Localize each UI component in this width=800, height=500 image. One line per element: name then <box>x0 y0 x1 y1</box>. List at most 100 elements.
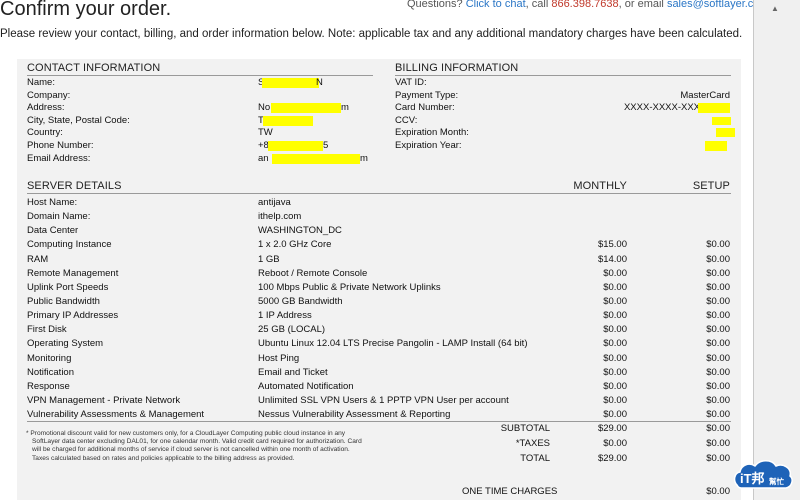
contact-value: No <box>258 102 271 114</box>
server-item-value: antijava <box>258 197 291 208</box>
contact-value: TW <box>258 127 273 139</box>
server-item-label: Notification <box>27 366 74 378</box>
total-monthly: $29.00 <box>597 423 627 434</box>
contact-value-tail: m <box>341 102 349 114</box>
billing-label: Card Number: <box>395 102 455 114</box>
scrollbar[interactable] <box>753 0 800 500</box>
setup-price: $0.00 <box>706 366 730 378</box>
server-item-value: Reboot / Remote Console <box>258 267 368 279</box>
redaction-bar <box>262 78 319 88</box>
monthly-price: $0.00 <box>603 281 627 293</box>
contact-label: Country: <box>27 127 63 139</box>
setup-price: $0.00 <box>706 295 730 307</box>
footnote-line: will be charged for additional months of… <box>32 446 350 454</box>
server-item-label: Domain Name: <box>27 211 91 223</box>
server-item-value: Nessus Vulnerability Assessment & Report… <box>258 409 451 421</box>
redaction-bar <box>272 153 360 164</box>
footnote-line: SoftLayer data center excluding DAL01, f… <box>32 438 362 446</box>
redaction-bar <box>271 103 341 114</box>
setup-price: $0.00 <box>706 239 730 251</box>
page-title: Confirm your order. <box>0 0 172 20</box>
server-item-value: 100 Mbps Public & Private Network Uplink… <box>258 281 441 293</box>
logo-text: iT邦 <box>740 471 765 486</box>
contact-value-tail: N <box>316 77 323 88</box>
monthly-price: $0.00 <box>603 310 627 322</box>
contact-heading: CONTACT INFORMATION <box>27 62 161 74</box>
monthly-header: MONTHLY <box>573 180 627 192</box>
monthly-price: $15.00 <box>597 239 627 251</box>
redaction-bar <box>263 115 313 126</box>
server-item-value: Host Ping <box>258 352 300 364</box>
redaction-bar <box>698 103 730 114</box>
server-item-label: Host Name: <box>27 197 78 208</box>
total-monthly: $0.00 <box>603 438 627 449</box>
redaction-bar <box>712 116 731 125</box>
setup-price: $0.00 <box>706 380 730 392</box>
server-item-value: Ubuntu Linux 12.04 LTS Precise Pangolin … <box>258 338 528 350</box>
billing-label: Expiration Year: <box>395 140 462 151</box>
server-item-label: Data Center <box>27 225 79 237</box>
logo-subtext: 幫忙 <box>769 476 784 486</box>
intro-text: Please review your contact, billing, and… <box>0 28 743 40</box>
server-item-label: Response <box>27 380 70 392</box>
server-item-label: Primary IP Addresses <box>27 310 119 322</box>
setup-price: $0.00 <box>706 352 730 364</box>
monthly-price: $0.00 <box>603 380 627 392</box>
scrollbar-divider <box>753 0 754 500</box>
server-item-value: Email and Ticket <box>258 366 328 378</box>
setup-price: $0.00 <box>706 338 730 350</box>
server-divider <box>27 193 731 194</box>
monthly-price: $14.00 <box>597 253 627 265</box>
server-item-label: Remote Management <box>27 267 119 279</box>
contact-value: an <box>258 152 269 164</box>
monthly-price: $0.00 <box>603 267 627 279</box>
total-setup: $0.00 <box>706 438 730 449</box>
contact-label: Email Address: <box>27 152 91 164</box>
redaction-bar <box>705 141 727 151</box>
server-item-value: 1 GB <box>258 253 280 265</box>
monthly-price: $0.00 <box>603 324 627 336</box>
contact-help-line: Questions? Click to chat, call 866.398.7… <box>407 0 769 10</box>
billing-divider <box>395 75 731 76</box>
monthly-price: $0.00 <box>603 409 627 421</box>
footnote-line: Taxes calculated based on rates and poli… <box>32 454 295 462</box>
server-item-value: 1 IP Address <box>258 310 312 322</box>
monthly-price: $0.00 <box>603 394 627 406</box>
scroll-up-arrow-icon[interactable]: ▲ <box>771 4 779 13</box>
total-setup: $0.00 <box>706 423 730 434</box>
server-item-label: Computing Instance <box>27 239 112 251</box>
contact-label: Name: <box>27 77 55 88</box>
redaction-bar <box>268 141 323 151</box>
call-text: , call <box>525 0 549 10</box>
ithelp-logo-icon: iT邦 幫忙 <box>733 460 793 489</box>
promo-footnote: * Promotional discount valid for new cus… <box>26 430 396 463</box>
server-item-value: ithelp.com <box>258 211 302 223</box>
billing-label: Payment Type: <box>395 89 459 101</box>
setup-price: $0.00 <box>706 324 730 336</box>
phone-number[interactable]: 866.398.7638 <box>551 0 618 10</box>
monthly-price: $0.00 <box>603 338 627 350</box>
server-item-value: WASHINGTON_DC <box>258 225 342 237</box>
contact-value-tail: 5 <box>323 140 329 151</box>
server-item-label: Uplink Port Speeds <box>27 281 109 293</box>
billing-label: CCV: <box>395 114 418 126</box>
questions-prefix: Questions? <box>407 0 463 10</box>
setup-price: $0.00 <box>706 394 730 406</box>
contact-divider <box>27 75 373 76</box>
setup-price: $0.00 <box>706 310 730 322</box>
footnote-line: * Promotional discount valid for new cus… <box>26 430 346 437</box>
server-item-label: VPN Management - Private Network <box>27 394 181 406</box>
billing-heading: BILLING INFORMATION <box>395 62 519 74</box>
billing-label: Expiration Month: <box>395 127 469 139</box>
monthly-price: $0.00 <box>603 366 627 378</box>
setup-header: SETUP <box>692 180 730 192</box>
monthly-price: $0.00 <box>603 295 627 307</box>
server-item-value: 1 x 2.0 GHz Core <box>258 239 332 251</box>
email-text: , or email <box>618 0 664 10</box>
billing-value: XXXX-XXXX-XXX <box>623 102 700 114</box>
contact-label: Address: <box>27 102 65 114</box>
server-item-label: Public Bandwidth <box>27 295 100 307</box>
total-setup: $0.00 <box>706 453 730 464</box>
chat-link[interactable]: Click to chat <box>466 0 526 10</box>
totals-divider <box>27 421 731 422</box>
